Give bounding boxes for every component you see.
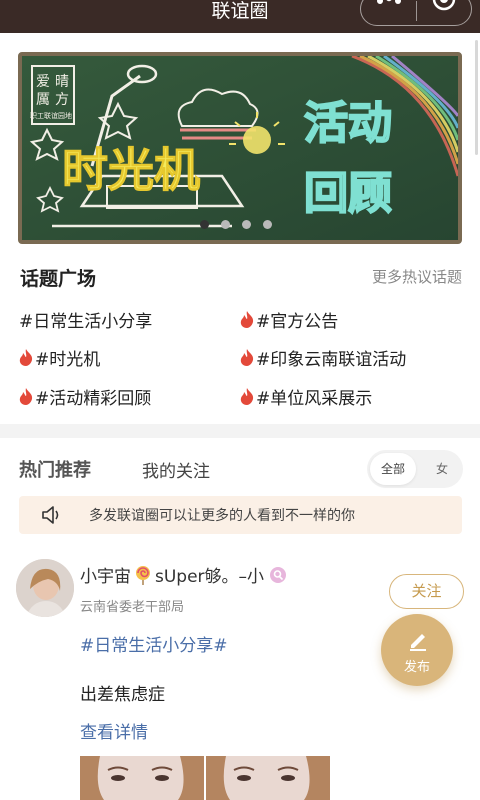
more-dots-icon[interactable] <box>375 0 403 9</box>
post-photo[interactable] <box>80 756 204 800</box>
username[interactable]: 小宇宙 sUper够。–小 <box>80 562 287 587</box>
topic-item[interactable]: #活动精彩回顾 <box>19 384 151 409</box>
follow-button[interactable]: 关注 <box>389 574 464 609</box>
banner-logo-char: 晴 <box>55 74 69 90</box>
topic-item[interactable]: #时光机 <box>19 345 100 370</box>
topic-item[interactable]: #日常生活小分享 <box>19 307 152 332</box>
username-suffix: sUper够。–小 <box>155 567 265 587</box>
section-divider <box>0 424 480 438</box>
notice-text: 多发联谊圈可以让更多的人看到不一样的你 <box>89 508 355 524</box>
banner-logo-char: 爱 <box>36 74 50 90</box>
carousel-dot[interactable] <box>242 220 251 229</box>
topic-label: #官方公告 <box>256 312 339 332</box>
banner-headline-left: 时光机 <box>62 143 200 197</box>
topic-item[interactable]: #印象云南联谊活动 <box>240 345 406 370</box>
filter-all-option[interactable]: 全部 <box>370 453 416 485</box>
lollipop-emoji-icon <box>136 565 150 585</box>
banner-logo-subtitle: 职工联谊园地 <box>30 111 72 120</box>
topic-label: #单位风采展示 <box>256 389 373 409</box>
username-text: 小宇宙 <box>80 567 131 587</box>
avatar[interactable] <box>16 559 74 617</box>
banner-carousel[interactable]: 爱 晴 厲 方 职工联谊园地 时光机 活动 回顾 <box>18 52 462 244</box>
topic-item[interactable]: #单位风采展示 <box>240 384 372 409</box>
flame-icon <box>19 349 33 366</box>
banner-headline-right-2: 回顾 <box>304 168 392 219</box>
topic-square-title: 话题广场 <box>20 268 97 290</box>
view-details-link[interactable]: 查看详情 <box>80 718 148 743</box>
scrollbar[interactable] <box>475 40 478 155</box>
banner-logo-char: 方 <box>55 92 69 108</box>
tab-my-follow[interactable]: 我的关注 <box>142 457 210 482</box>
target-icon[interactable] <box>431 0 457 13</box>
tab-hot-recommend[interactable]: 热门推荐 <box>19 456 91 482</box>
capsule-divider <box>416 1 417 21</box>
notice-bar: 多发联谊圈可以让更多的人看到不一样的你 <box>19 496 462 534</box>
carousel-dot[interactable] <box>221 220 230 229</box>
flame-icon <box>240 311 254 328</box>
publish-label: 发布 <box>403 660 430 675</box>
publish-button[interactable]: 发布 <box>381 614 453 686</box>
pen-icon <box>410 634 426 651</box>
carousel-indicator <box>200 220 272 229</box>
banner-logo-char: 厲 <box>36 92 50 108</box>
topic-label: #印象云南联谊活动 <box>256 350 407 370</box>
speaker-icon <box>42 506 59 524</box>
post-topic-tag[interactable]: #日常生活小分享# <box>80 631 228 656</box>
flame-icon <box>240 349 254 366</box>
gender-filter-toggle: 全部 女 <box>367 450 463 488</box>
topic-label: #活动精彩回顾 <box>35 389 152 409</box>
topic-label: #日常生活小分享 <box>19 312 153 332</box>
mini-program-capsule <box>360 0 472 26</box>
topic-label: #时光机 <box>35 350 101 370</box>
nav-bar: 联谊圈 <box>0 0 480 33</box>
post-photo[interactable] <box>206 756 330 800</box>
carousel-dot[interactable] <box>263 220 272 229</box>
banner-headline-right-1: 活动 <box>304 98 392 149</box>
verified-badge-icon <box>270 566 287 583</box>
flame-icon <box>240 388 254 405</box>
topic-item[interactable]: #官方公告 <box>240 307 338 332</box>
carousel-dot[interactable] <box>200 220 209 229</box>
user-organization: 云南省委老干部局 <box>80 600 185 615</box>
flame-icon <box>19 388 33 405</box>
filter-female-option[interactable]: 女 <box>425 453 459 485</box>
post-title: 出差焦虑症 <box>80 685 165 705</box>
more-topics-link[interactable]: 更多热议话题 <box>372 266 462 287</box>
